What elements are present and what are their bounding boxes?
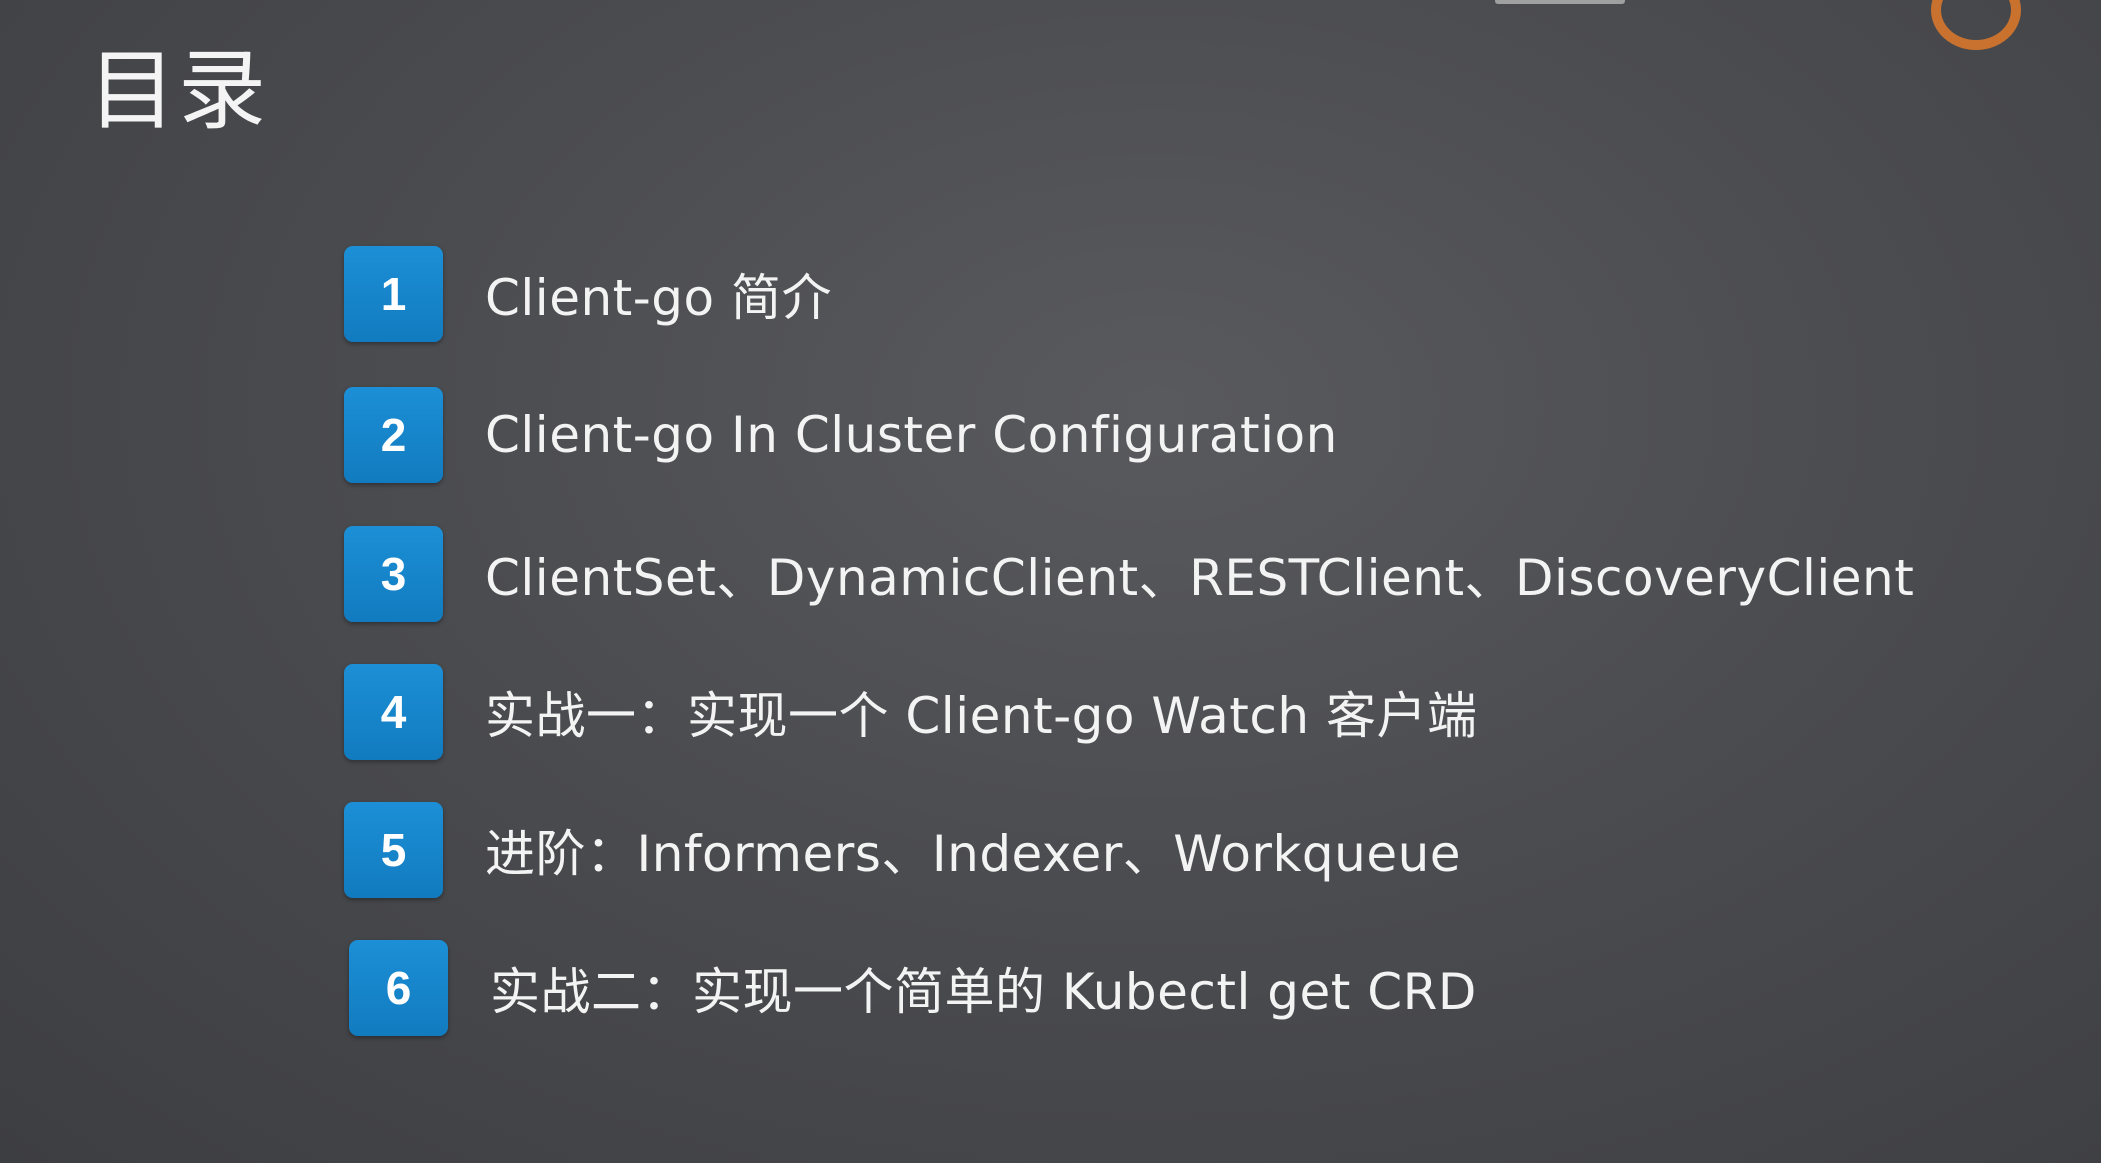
number-badge: 6 [349, 940, 448, 1036]
agenda-item-text: 实战一：实现一个 Client-go Watch 客户端 [485, 687, 1478, 745]
agenda-item-text: 进阶：Informers、Indexer、Workqueue [485, 825, 1462, 883]
agenda-item-3: 3 ClientSet、DynamicClient、RESTClient、Dis… [344, 526, 1914, 622]
page-title: 目录 [88, 39, 269, 142]
agenda-item-2: 2 Client-go In Cluster Configuration [344, 387, 1338, 483]
agenda-item-6: 6 实战二：实现一个简单的 Kubectl get CRD [349, 940, 1477, 1036]
brand-logo-icon [1931, 0, 2021, 50]
agenda-item-1: 1 Client-go 简介 [344, 246, 832, 342]
number-badge: 2 [344, 387, 443, 483]
agenda-item-text: Client-go In Cluster Configuration [485, 406, 1338, 464]
number-badge: 5 [344, 802, 443, 898]
top-mark [1495, 0, 1625, 4]
agenda-item-text: Client-go 简介 [485, 269, 833, 327]
agenda-item-text: 实战二：实现一个简单的 Kubectl get CRD [490, 963, 1477, 1021]
number-badge: 3 [344, 526, 443, 622]
number-badge: 4 [344, 664, 443, 760]
number-badge: 1 [344, 246, 443, 342]
agenda-item-5: 5 进阶：Informers、Indexer、Workqueue [344, 802, 1461, 898]
agenda-item-4: 4 实战一：实现一个 Client-go Watch 客户端 [344, 664, 1477, 760]
agenda-item-text: ClientSet、DynamicClient、RESTClient、Disco… [485, 549, 1915, 607]
